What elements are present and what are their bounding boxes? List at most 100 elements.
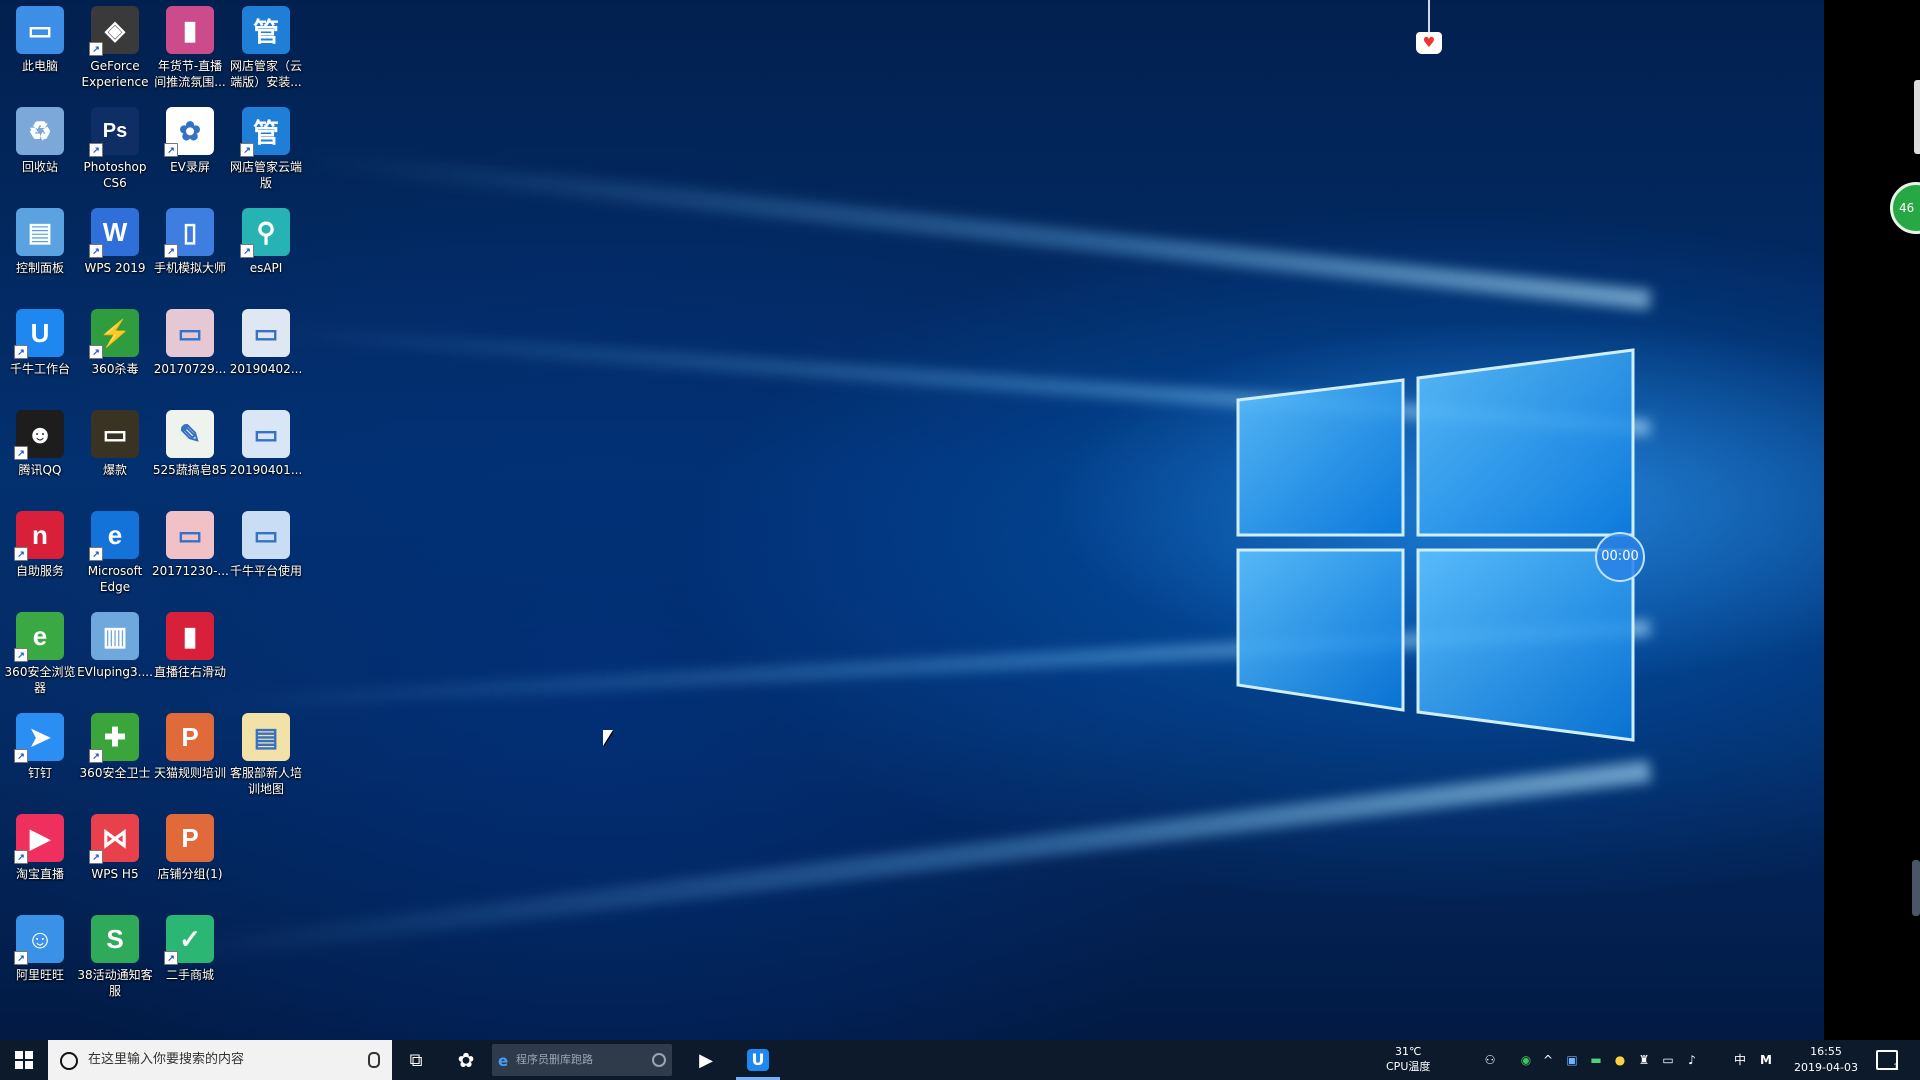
volume-icon[interactable]: ♪ <box>1684 1052 1700 1068</box>
desktop-icon[interactable]: ▥ EVluping3.... <box>75 606 155 680</box>
cpu-temperature[interactable]: 31℃ CPU温度 <box>1386 1044 1430 1074</box>
desktop-icon[interactable]: ✚ ↗ 360安全卫士 <box>75 707 155 781</box>
taskbar-search-box[interactable]: 在这里输入你要搜索的内容 <box>48 1040 392 1080</box>
taskbar-app-taobao-live[interactable]: ▶ <box>682 1040 730 1080</box>
desktop-icon-label: 20171230-... <box>152 564 229 578</box>
taskbar-app-qianniu[interactable]: U <box>734 1040 782 1080</box>
network-app-icon[interactable]: ▣ <box>1564 1052 1580 1068</box>
desktop-icon[interactable]: P 天猫规则培训 <box>150 707 230 781</box>
desktop-icon[interactable]: ▶ ↗ 淘宝直播 <box>0 808 80 882</box>
start-button[interactable] <box>0 1040 48 1080</box>
desktop-icon[interactable]: ✎ 525蔬搞皂85 <box>150 404 230 478</box>
desktop-icon[interactable]: ▭ 此电脑 <box>0 0 80 74</box>
side-scroll-handle[interactable] <box>1912 860 1920 916</box>
edge-icon: e ↗ <box>89 511 139 561</box>
wangdian-icon: 管 <box>242 6 290 54</box>
desktop-icon[interactable]: S 38活动通知客服 <box>75 909 155 999</box>
desktop-icon-label: WPS 2019 <box>84 261 146 275</box>
ime-mode[interactable]: M <box>1758 1052 1774 1068</box>
side-panel-tab[interactable] <box>1914 80 1920 154</box>
desktop-icon[interactable]: ▭ 爆款 <box>75 404 155 478</box>
address-toolbar[interactable]: e 程序员删库跑路 <box>492 1044 672 1076</box>
taskbar-app-ev[interactable]: ✿ <box>442 1040 490 1080</box>
desktop-icon[interactable]: ♻ 回收站 <box>0 101 80 175</box>
desktop-icon[interactable]: 管 ↗ 网店管家云端版 <box>226 101 306 191</box>
wps-h5-icon: ⋈ ↗ <box>89 814 139 864</box>
desktop-icon[interactable]: ▭ 20170729... <box>150 303 230 377</box>
desktop-icon[interactable]: ▤ 控制面板 <box>0 202 80 276</box>
desktop-icon[interactable]: Ps ↗ Photoshop CS6 <box>75 101 155 191</box>
shortcut-arrow-icon: ↗ <box>89 749 103 763</box>
recording-timer[interactable]: 00:00 <box>1595 532 1645 582</box>
shortcut-arrow-icon: ↗ <box>164 244 178 258</box>
desktop-icon-label: 360安全浏览器 <box>4 665 76 695</box>
desktop-icon[interactable]: ☺ ↗ 阿里旺旺 <box>0 909 80 983</box>
image-file-icon: ▮ <box>166 612 214 660</box>
chat-icon[interactable]: ▬ <box>1588 1052 1604 1068</box>
desktop-icon[interactable]: ⚲ ↗ esAPI <box>226 202 306 276</box>
desktop-icon[interactable]: e ↗ 360安全浏览器 <box>0 606 80 696</box>
task-view-button[interactable]: ⧉ <box>392 1040 440 1080</box>
network-icon[interactable]: ▭ <box>1660 1052 1676 1068</box>
desktop-icon[interactable]: ▭ 千牛平台使用 <box>226 505 306 579</box>
esapi-icon: ⚲ ↗ <box>240 208 290 258</box>
desktop-icon[interactable]: ☻ ↗ 腾讯QQ <box>0 404 80 478</box>
desktop-icon-label: 此电脑 <box>21 59 58 73</box>
search-icon[interactable] <box>652 1053 666 1067</box>
wps-icon: W ↗ <box>89 208 139 258</box>
desktop-icon[interactable]: n ↗ 自助服务 <box>0 505 80 579</box>
desktop-icon[interactable]: ➤ ↗ 钉钉 <box>0 707 80 781</box>
pendant-widget-icon[interactable]: ♥ <box>1416 32 1442 54</box>
floating-badge[interactable]: 46 <box>1890 182 1920 234</box>
taobao-live-icon: ▶ ↗ <box>14 814 64 864</box>
system-clock[interactable]: 16:55 2019-04-03 <box>1786 1044 1866 1076</box>
wangdian-cloud-icon: 管 ↗ <box>240 107 290 157</box>
desktop-icon[interactable]: ⋈ ↗ WPS H5 <box>75 808 155 882</box>
desktop-icon-label: 网店管家（云端版）安装... <box>229 59 302 89</box>
desktop-icon[interactable]: ▭ 20190401... <box>226 404 306 478</box>
shortcut-arrow-icon: ↗ <box>89 547 103 561</box>
cpu-temp-value: 31℃ <box>1395 1045 1422 1058</box>
desktop-icon[interactable]: ▯ ↗ 手机模拟大师 <box>150 202 230 276</box>
desktop-icon[interactable]: ⚡ ↗ 360杀毒 <box>75 303 155 377</box>
video-file-icon: ▭ <box>91 410 139 458</box>
ime-language[interactable]: 中 <box>1732 1052 1748 1068</box>
desktop: ♥ 00:00 46 ▭ 此电脑 ◈ ↗ GeForce Experience ▮ 年货节-… <box>0 0 1920 1040</box>
pendant-string <box>1428 0 1430 34</box>
desktop-icon[interactable]: ▤ 客服部新人培训地图 <box>226 707 306 797</box>
spreadsheet-file-icon: S <box>91 915 139 963</box>
people-icon[interactable]: ⚇ <box>1482 1052 1498 1068</box>
desktop-icon[interactable]: ▭ 20171230-... <box>150 505 230 579</box>
shortcut-arrow-icon: ↗ <box>14 648 28 662</box>
desktop-icon-label: 20190402... <box>229 362 303 376</box>
desktop-icon[interactable]: U ↗ 千牛工作台 <box>0 303 80 377</box>
image-file-icon: ▮ <box>166 6 214 54</box>
desktop-icon[interactable]: ✓ ↗ 二手商城 <box>150 909 230 983</box>
shortcut-arrow-icon: ↗ <box>89 345 103 359</box>
desktop-icon[interactable]: ▮ 直播往右滑动 <box>150 606 230 680</box>
chevron-up-icon[interactable]: ^ <box>1540 1052 1556 1068</box>
desktop-icon[interactable]: ▭ 20190402... <box>226 303 306 377</box>
desktop-icon[interactable]: ▮ 年货节-直播间推流氛围... <box>150 0 230 90</box>
action-center-button[interactable]: 1 <box>1876 1050 1899 1073</box>
desktop-icon[interactable]: ✿ ↗ EV录屏 <box>150 101 230 175</box>
security-360-icon: ✚ ↗ <box>89 713 139 763</box>
microphone-icon[interactable] <box>368 1052 380 1068</box>
antivirus-360-icon: ⚡ ↗ <box>89 309 139 359</box>
browser-360-icon: e ↗ <box>14 612 64 662</box>
desktop-icon[interactable]: 管网店管家（云端版）安装... <box>226 0 306 90</box>
shortcut-arrow-icon: ↗ <box>240 143 254 157</box>
desktop-icon[interactable]: P 店铺分组(1) <box>150 808 230 882</box>
desktop-icon[interactable]: W ↗ WPS 2019 <box>75 202 155 276</box>
security-icon[interactable]: ♜ <box>1636 1052 1652 1068</box>
aliwangwang-icon: ☺ ↗ <box>14 915 64 965</box>
qq-icon: ☻ ↗ <box>14 410 64 460</box>
shortcut-arrow-icon: ↗ <box>164 143 178 157</box>
desktop-icon[interactable]: ◈ ↗ GeForce Experience <box>75 0 155 90</box>
desktop-icon-label: 控制面板 <box>15 261 64 275</box>
desktop-icon-label: GeForce Experience <box>81 59 149 89</box>
shield-tray-icon[interactable]: ● <box>1612 1052 1628 1068</box>
desktop-icon[interactable]: e ↗ Microsoft Edge <box>75 505 155 595</box>
360-tray-icon[interactable]: ◉ <box>1518 1052 1534 1068</box>
desktop-icon-label: 360杀毒 <box>91 362 139 376</box>
